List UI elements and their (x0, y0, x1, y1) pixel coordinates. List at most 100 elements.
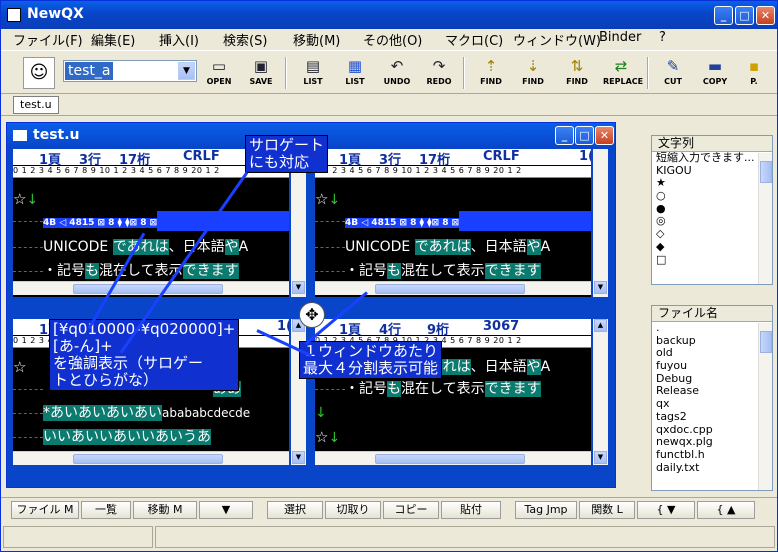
list-item[interactable]: newqx.plg (652, 436, 772, 449)
find-up-button[interactable]: ⇡ FIND (473, 55, 509, 91)
list-item[interactable]: ★ (652, 177, 772, 190)
list-item[interactable]: KIGOU (652, 165, 772, 178)
scroll-up-icon[interactable]: ▲ (594, 319, 607, 332)
fkey-brace-down[interactable]: { ▼ (637, 501, 695, 519)
menu-macro[interactable]: マクロ(C) (445, 30, 503, 49)
list-item[interactable]: 短縮入力できます... (652, 152, 772, 165)
list-item[interactable]: ◇ (652, 228, 772, 241)
copy-button[interactable]: ▬ COPY (697, 55, 733, 91)
fkey-tag-jump[interactable]: Tag Jmp (515, 501, 577, 519)
fkey-paste[interactable]: 貼付 (441, 501, 501, 519)
list-item[interactable]: □ (652, 254, 772, 267)
menu-search[interactable]: 検索(S) (223, 30, 267, 49)
list-item[interactable]: qx (652, 398, 772, 411)
scroll-thumb[interactable] (375, 454, 525, 464)
find-icon: ⇅ (570, 57, 584, 75)
maximize-button[interactable]: □ (735, 6, 754, 25)
list-button[interactable]: ▤ LIST (295, 55, 331, 91)
menu-insert[interactable]: 挿入(I) (159, 30, 199, 49)
vertical-scrollbar[interactable] (758, 153, 772, 284)
menu-other[interactable]: その他(O) (363, 30, 422, 49)
list-item[interactable]: daily.txt (652, 462, 772, 475)
list-item[interactable]: old (652, 347, 772, 360)
pane-status-header: 1頁 4行 9桁 3067 (315, 319, 591, 335)
open-icon: ▭ (211, 57, 227, 75)
scroll-down-icon[interactable]: ▼ (292, 281, 305, 294)
fkey-move[interactable]: 移動 M (133, 501, 197, 519)
menu-edit[interactable]: 編集(E) (91, 30, 135, 49)
list-item[interactable]: backup (652, 335, 772, 348)
doc-minimize-button[interactable]: _ (555, 126, 574, 145)
horizontal-scrollbar[interactable] (13, 281, 289, 295)
redo-button[interactable]: ↷ REDO (421, 55, 457, 91)
list-item[interactable]: functbl.h (652, 449, 772, 462)
fkey-list[interactable]: 一覧 (81, 501, 131, 519)
menu-file[interactable]: ファイル(F) (13, 30, 83, 49)
replace-button[interactable]: ⇄ REPLACE (603, 55, 643, 91)
find-button[interactable]: ⇅ FIND (559, 55, 595, 91)
file-list-header[interactable]: ファイル名 (652, 306, 772, 322)
scroll-down-icon[interactable]: ▼ (292, 451, 305, 464)
fkey-select[interactable]: 選択 (267, 501, 323, 519)
scroll-thumb[interactable] (760, 331, 772, 353)
horizontal-scrollbar[interactable] (315, 281, 591, 295)
find-up-icon: ⇡ (484, 57, 498, 75)
list-item[interactable]: Release (652, 385, 772, 398)
undo-button[interactable]: ↶ UNDO (379, 55, 415, 91)
fkey-function[interactable]: 関数 L (579, 501, 635, 519)
scroll-thumb[interactable] (73, 284, 223, 294)
search-combo[interactable]: test_a ▼ (63, 60, 197, 82)
file-list[interactable]: ファイル名 . backup old fuyou Debug Release q… (651, 305, 773, 491)
string-list[interactable]: 文字列 短縮入力できます... KIGOU ★ ○ ● ◎ ◇ ◆ □ (651, 135, 773, 285)
horizontal-scrollbar[interactable] (315, 451, 591, 465)
list-item[interactable]: ◆ (652, 241, 772, 254)
callout-highlight-range: [¥q010000-¥q020000]+ [あ-ん]+ を強調表示（サロゲー ト… (49, 319, 240, 391)
doc-close-button[interactable]: ✕ (595, 126, 614, 145)
find-down-button[interactable]: ⇣ FIND (515, 55, 551, 91)
list-item[interactable]: ○ (652, 190, 772, 203)
close-button[interactable]: ✕ (756, 6, 775, 25)
cut-button[interactable]: ✎ CUT (655, 55, 691, 91)
menu-window[interactable]: ウィンドウ(W) (513, 30, 601, 49)
scroll-down-icon[interactable]: ▼ (594, 451, 607, 464)
fkey-brace-up[interactable]: { ▲ (697, 501, 755, 519)
list-item[interactable]: fuyou (652, 360, 772, 373)
paste-button[interactable]: ▪ P. (739, 55, 769, 91)
title-bar[interactable]: NewQX _ □ ✕ (1, 1, 777, 29)
scroll-thumb[interactable] (375, 284, 525, 294)
scroll-thumb[interactable] (73, 454, 223, 464)
list-item[interactable]: tags2 (652, 411, 772, 424)
vertical-scrollbar[interactable] (758, 323, 772, 490)
list-item[interactable]: Debug (652, 373, 772, 386)
save-button[interactable]: ▣ SAVE (243, 55, 279, 91)
list-multi-button[interactable]: ▦ LIST (337, 55, 373, 91)
scroll-down-icon[interactable]: ▼ (594, 281, 607, 294)
fkey-file[interactable]: ファイル M (11, 501, 79, 519)
menu-help[interactable]: ? (659, 30, 666, 45)
editor-pane-top-right[interactable]: 1頁 3行 17桁 CRLF 1( 0 1 2 3 4 5 6 7 8 9 10… (315, 149, 591, 297)
chevron-down-icon[interactable]: ▼ (178, 62, 195, 80)
smiley-icon[interactable]: ☺ (23, 57, 55, 89)
list-item[interactable]: qxdoc.cpp (652, 424, 772, 437)
text-line: ↓ (315, 405, 327, 421)
menu-binder[interactable]: Binder (599, 30, 641, 45)
list-item[interactable]: ● (652, 203, 772, 216)
move-cursor-icon: ✥ (299, 302, 325, 328)
search-combo-value: test_a (65, 62, 114, 80)
fkey-cut[interactable]: 切取り (325, 501, 381, 519)
menu-move[interactable]: 移動(M) (293, 30, 340, 49)
doc-maximize-button[interactable]: □ (575, 126, 594, 145)
vertical-scrollbar[interactable]: ▼ (593, 149, 608, 297)
minimize-button[interactable]: _ (714, 6, 733, 25)
list-item[interactable]: . (652, 322, 772, 335)
scroll-thumb[interactable] (760, 161, 772, 183)
list-item[interactable]: ◎ (652, 215, 772, 228)
horizontal-scrollbar[interactable] (13, 451, 289, 465)
string-list-header[interactable]: 文字列 (652, 136, 772, 152)
list-icon: ▤ (305, 57, 321, 75)
tab-test-u[interactable]: test.u (13, 96, 59, 114)
open-button[interactable]: ▭ OPEN (201, 55, 237, 91)
vertical-scrollbar[interactable]: ▲ ▼ (593, 319, 608, 465)
fkey-copy[interactable]: コピー (383, 501, 439, 519)
fkey-down[interactable]: ▼ (199, 501, 253, 519)
